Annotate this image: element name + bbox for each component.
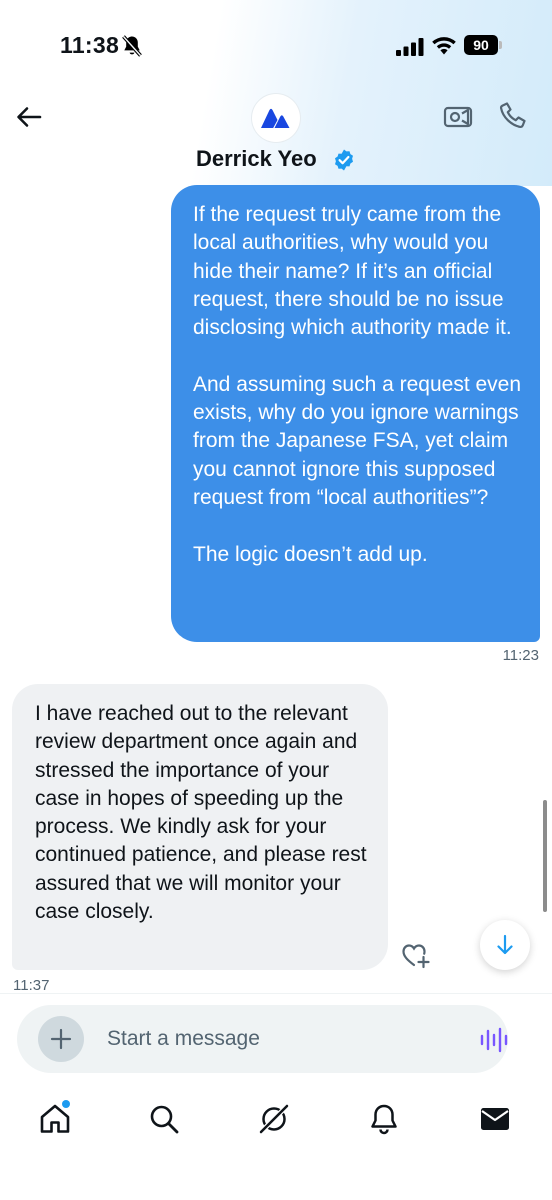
cellular-signal-icon	[396, 38, 424, 56]
message-composer	[17, 1005, 508, 1073]
messages-envelope-icon[interactable]	[478, 1102, 512, 1136]
message-timestamp: 11:37	[13, 977, 50, 994]
notification-dot	[62, 1100, 70, 1108]
scrollbar[interactable]	[543, 800, 547, 912]
arrow-down-icon	[497, 934, 513, 955]
scroll-to-bottom-button[interactable]	[480, 920, 530, 970]
wifi-icon	[432, 37, 456, 55]
status-time: 11:38	[60, 32, 120, 58]
battery-icon: 90	[464, 35, 502, 55]
brand-logo-icon	[261, 108, 290, 128]
plus-icon	[50, 1028, 72, 1050]
add-attachment-button[interactable]	[38, 1016, 84, 1062]
status-bar: 11:38 90	[0, 0, 552, 90]
message-timestamp: 11:23	[502, 647, 539, 664]
phone-call-button[interactable]	[498, 100, 528, 130]
back-button[interactable]	[14, 102, 44, 132]
video-call-button[interactable]	[442, 100, 474, 132]
grok-icon[interactable]	[257, 1102, 291, 1136]
message-input[interactable]	[107, 1021, 447, 1057]
notifications-bell-icon[interactable]	[367, 1102, 401, 1136]
battery-level: 90	[464, 35, 498, 55]
search-icon[interactable]	[147, 1102, 181, 1136]
verified-badge-icon	[335, 149, 353, 171]
bell-slash-icon	[122, 35, 142, 57]
divider	[0, 993, 552, 994]
bottom-tab-bar	[0, 1094, 552, 1154]
conversation-header: Derrick Yeo	[0, 90, 552, 186]
incoming-message-bubble[interactable]: I have reached out to the relevant revie…	[12, 684, 388, 970]
contact-name[interactable]: Derrick Yeo	[196, 146, 317, 172]
outgoing-message-bubble[interactable]: If the request truly came from the local…	[171, 185, 540, 642]
add-reaction-icon[interactable]	[400, 940, 432, 970]
voice-message-button[interactable]	[479, 1025, 509, 1055]
avatar[interactable]	[252, 94, 300, 142]
